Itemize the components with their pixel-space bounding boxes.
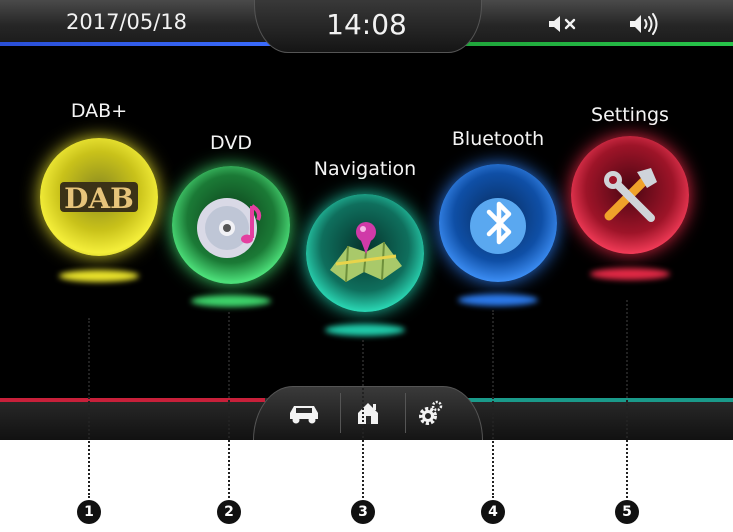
app-settings[interactable]: Settings	[565, 104, 695, 304]
dock-settings-button[interactable]	[404, 393, 456, 433]
dock-home-button[interactable]	[342, 393, 394, 433]
home-icon	[358, 403, 378, 424]
callout-number-4: 4	[481, 500, 505, 524]
map-pin-icon	[330, 222, 402, 283]
app-dab-label: DAB+	[70, 100, 128, 122]
bottom-bar-right-accent	[468, 398, 733, 402]
app-dvd-label: DVD	[210, 132, 252, 154]
car-icon	[290, 406, 318, 424]
dock-separator	[340, 393, 341, 433]
app-navigation-label: Navigation	[313, 158, 417, 180]
callout-number-1: 1	[77, 500, 101, 524]
app-settings-button[interactable]	[571, 136, 689, 254]
app-settings-reflection	[590, 268, 670, 280]
volume-icon[interactable]	[628, 12, 662, 36]
dock	[253, 386, 483, 440]
mute-icon[interactable]	[547, 14, 579, 34]
callout-line-2	[228, 312, 230, 498]
callout-number-3: 3	[351, 500, 375, 524]
app-bluetooth[interactable]: Bluetooth	[433, 128, 563, 328]
app-navigation-reflection	[325, 324, 405, 336]
clock-display: 14:08	[326, 8, 407, 41]
app-navigation-button[interactable]	[306, 194, 424, 312]
app-dvd-button[interactable]	[172, 166, 290, 284]
app-dvd-reflection	[191, 295, 271, 307]
app-bluetooth-button[interactable]	[439, 164, 557, 282]
callout-number-5: 5	[615, 500, 639, 524]
app-navigation[interactable]: Navigation	[300, 158, 430, 358]
app-bluetooth-reflection	[458, 294, 538, 306]
dock-car-button[interactable]	[278, 393, 330, 433]
status-bar-right-accent	[443, 42, 733, 46]
status-bar: 2017/05/18 14:08	[0, 0, 733, 53]
bluetooth-icon	[470, 198, 526, 254]
gear-icon	[419, 400, 443, 425]
bottom-bar-left-accent	[0, 398, 265, 402]
callout-line-5	[626, 300, 628, 498]
svg-text:DAB: DAB	[64, 182, 134, 215]
callout-number-2: 2	[217, 500, 241, 524]
app-settings-label: Settings	[591, 104, 669, 126]
head-unit-screen: 2017/05/18 14:08 DAB+ DAB DVD Navigation…	[0, 0, 733, 440]
callout-line-3	[362, 340, 364, 498]
app-dab-button[interactable]: DAB	[40, 138, 158, 256]
status-bar-left-accent	[0, 42, 290, 46]
callout-line-4	[492, 310, 494, 498]
tools-icon	[604, 168, 657, 222]
dab-icon: DAB	[60, 182, 138, 215]
app-dab[interactable]: DAB+ DAB	[34, 100, 164, 300]
dvd-disc-icon	[197, 198, 262, 258]
app-dab-reflection	[59, 270, 139, 282]
callout-line-1	[88, 318, 90, 498]
